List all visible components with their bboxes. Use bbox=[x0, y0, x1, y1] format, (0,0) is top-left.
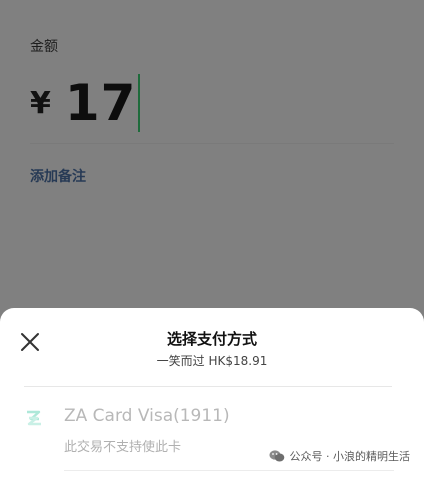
divider bbox=[64, 470, 394, 471]
amount-input[interactable]: ¥ 17 bbox=[30, 72, 141, 134]
card-name: ZA Card Visa(1911) bbox=[64, 406, 230, 426]
amount-underline bbox=[30, 143, 394, 144]
text-cursor bbox=[138, 74, 141, 132]
currency-symbol: ¥ bbox=[30, 85, 51, 121]
amount-value: 17 bbox=[64, 74, 137, 132]
wechat-icon bbox=[269, 450, 284, 462]
sheet-title: 选择支付方式 bbox=[166, 330, 257, 348]
amount-label: 金额 bbox=[30, 39, 58, 55]
watermark: 公众号 · 小浪的精明生活 bbox=[269, 448, 411, 464]
card-unsupported-note: 此交易不支持使此卡 bbox=[64, 440, 182, 455]
watermark-text: 公众号 · 小浪的精明生活 bbox=[289, 450, 411, 463]
za-logo-icon bbox=[24, 408, 44, 428]
payment-method-sheet: 选择支付方式 一笑而过 HK$18.91 ZA Card Visa(1911) … bbox=[0, 308, 424, 478]
add-note-link[interactable]: 添加备注 bbox=[30, 166, 86, 186]
sheet-subtitle: 一笑而过 HK$18.91 bbox=[156, 354, 268, 368]
divider bbox=[24, 386, 392, 387]
